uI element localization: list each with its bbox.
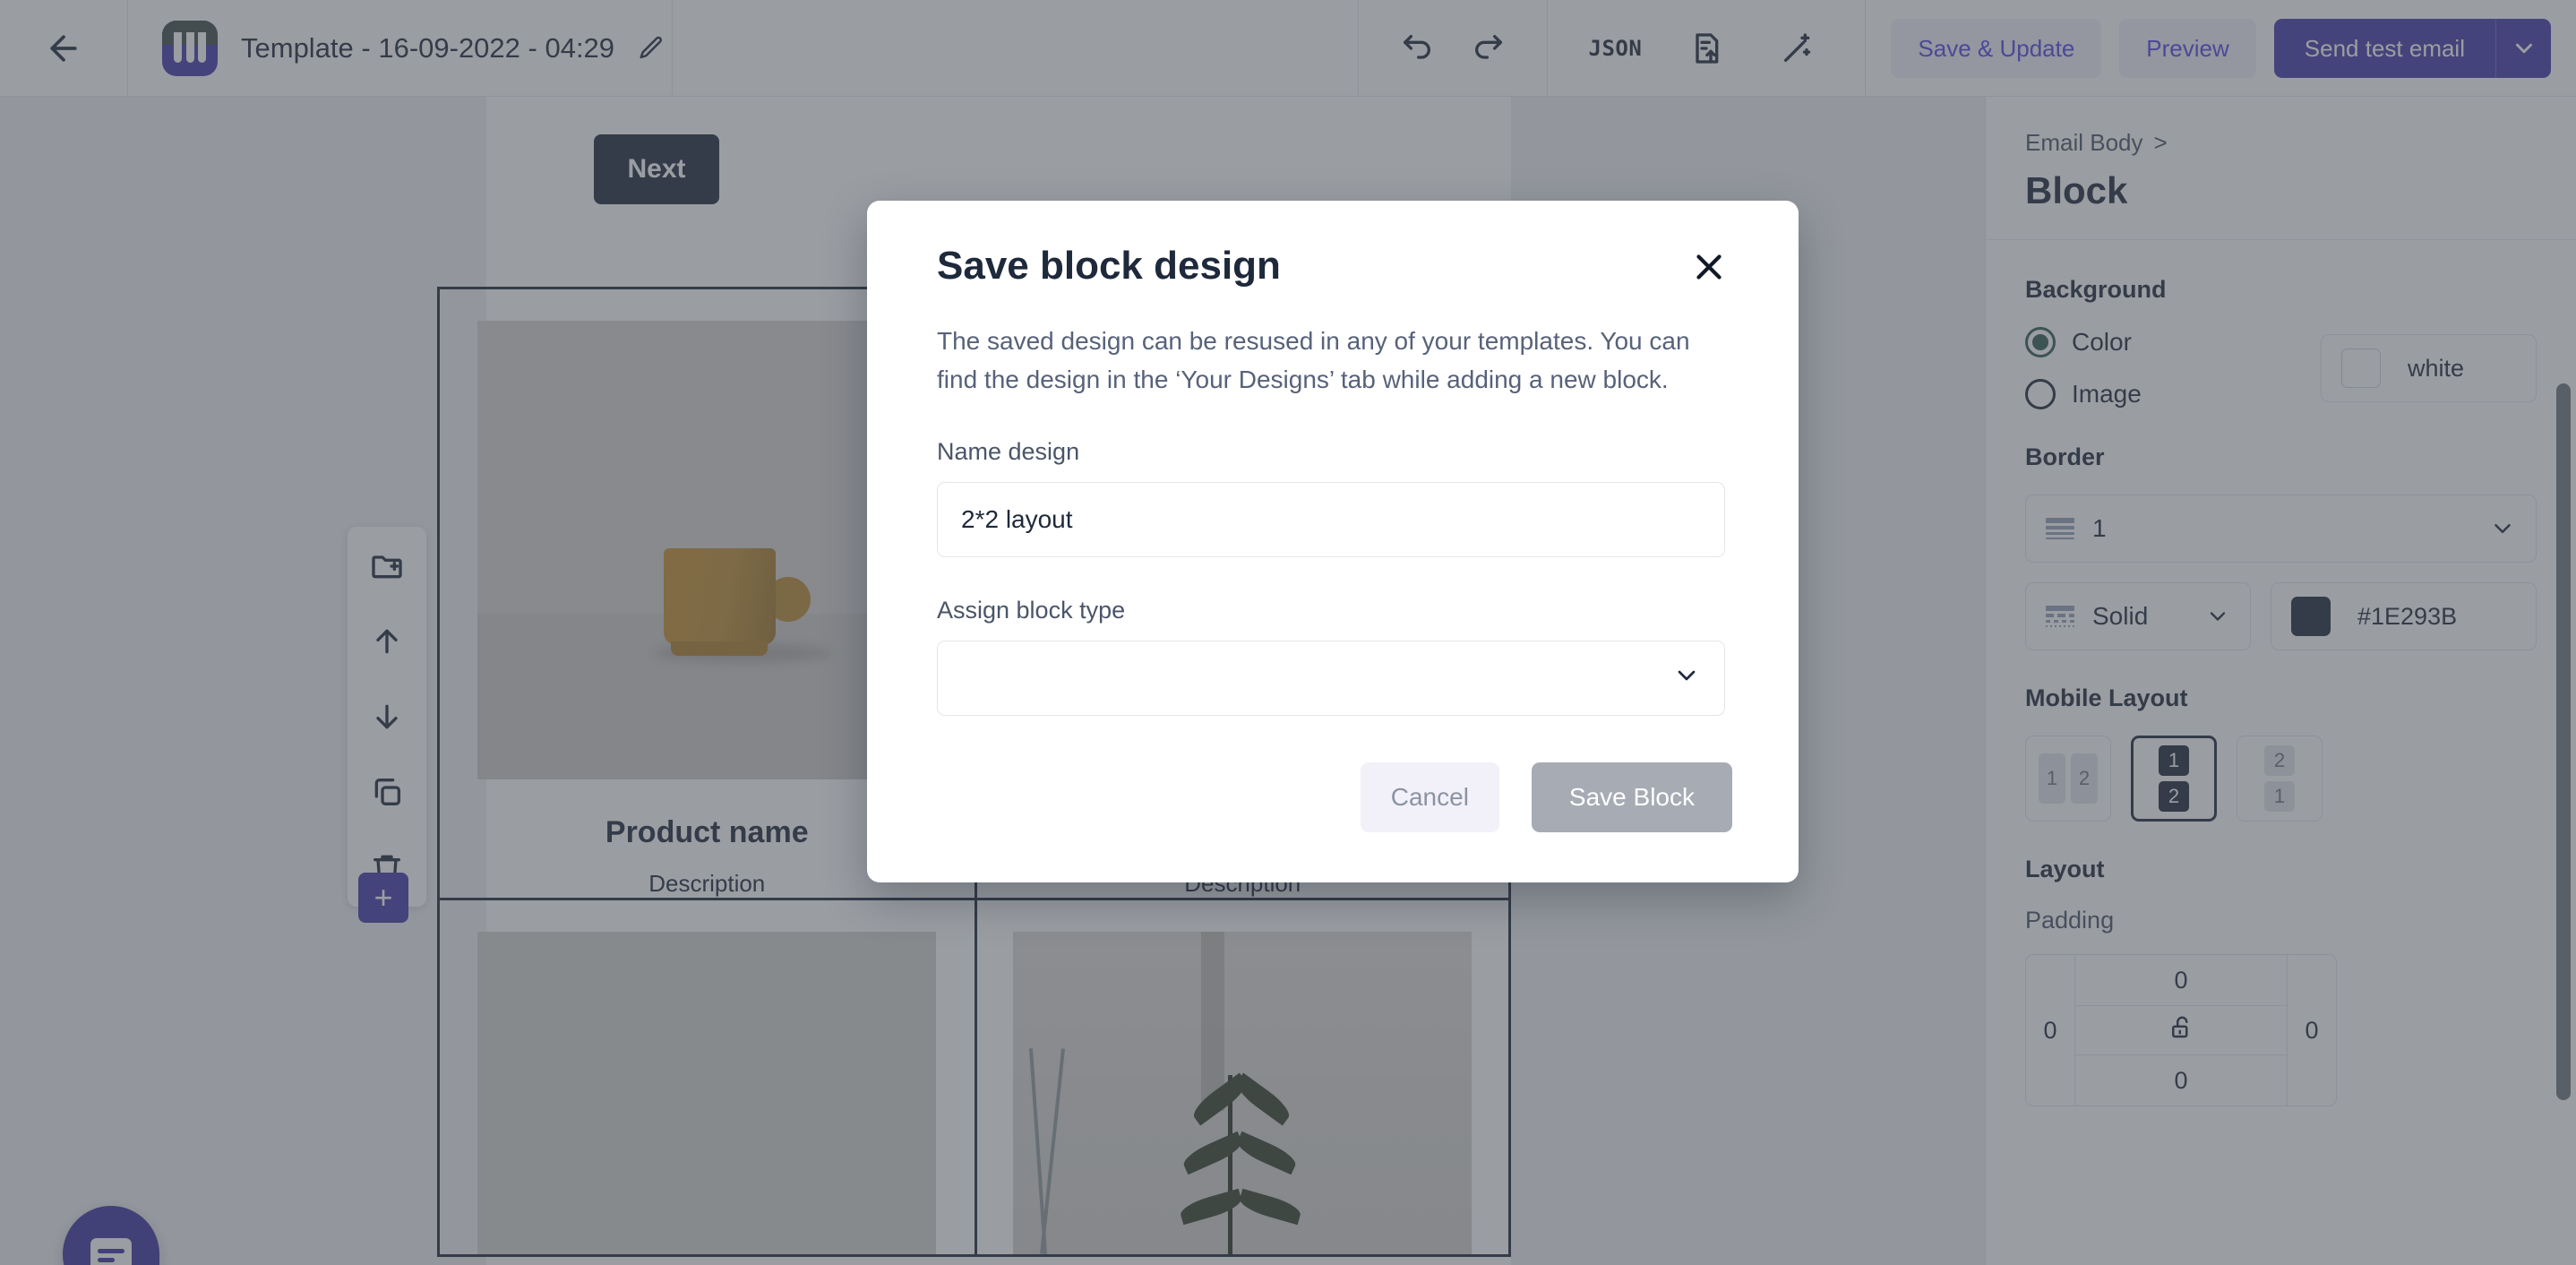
assign-block-type-field: Assign block type: [937, 597, 1732, 717]
dialog-title: Save block design: [937, 244, 1281, 288]
name-design-label: Name design: [937, 438, 1080, 466]
dialog-actions: Cancel Save Block: [937, 762, 1732, 833]
assign-block-type-label: Assign block type: [937, 597, 1126, 624]
close-icon[interactable]: [1686, 244, 1732, 290]
chevron-down-icon: [1672, 661, 1701, 696]
dialog-description: The saved design can be resused in any o…: [937, 327, 1690, 393]
name-design-input[interactable]: 2*2 layout: [937, 482, 1725, 558]
save-block-button[interactable]: Save Block: [1531, 762, 1732, 833]
save-block-design-dialog: Save block design The saved design can b…: [867, 201, 1799, 883]
name-design-field: Name design 2*2 layout: [937, 438, 1732, 558]
cancel-button[interactable]: Cancel: [1360, 762, 1499, 833]
assign-block-type-select[interactable]: [937, 641, 1725, 717]
